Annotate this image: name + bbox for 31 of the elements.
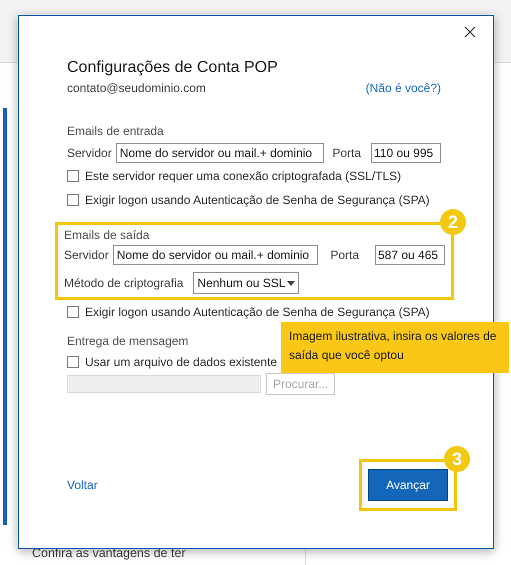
dialog-title: Configurações de Conta POP [67, 58, 279, 78]
server-field[interactable]: Nome do servidor ou mail.+ dominio [112, 245, 318, 265]
step-badge: 3 [444, 446, 470, 472]
next-button[interactable]: Avançar [368, 469, 448, 501]
close-icon [463, 25, 477, 39]
encryption-dropdown[interactable]: Nenhum ou SSL [193, 272, 300, 294]
step-badge: 2 [440, 209, 466, 235]
field-label: Porta [330, 248, 359, 262]
checkbox-label: Exigir logon usando Autenticação de Senha de Segurança (SPA) [85, 193, 430, 207]
server-field[interactable]: Nome do servidor ou mail.+ dominio [116, 143, 324, 163]
callout-note: Imagem ilustrativa, insira os valores de saída que você optou [289, 328, 498, 364]
field-label: Servidor [67, 146, 112, 160]
checkbox[interactable] [67, 306, 79, 318]
field-label: Método de criptografia [64, 276, 184, 290]
back-link[interactable]: Voltar [67, 478, 98, 492]
close-button[interactable] [463, 25, 477, 39]
field-label: Servidor [64, 248, 109, 262]
checkbox[interactable] [67, 194, 79, 206]
section-heading: Emails de entrada [67, 123, 164, 140]
section-heading: Entrega de mensagem [67, 333, 188, 350]
section-heading: Emails de saída [64, 227, 150, 244]
checkbox-label: Exigir logon usando Autenticação de Senha de Segurança (SPA) [85, 305, 430, 319]
checkbox[interactable] [67, 170, 79, 182]
checkbox-label: Usar um arquivo de dados existente [85, 355, 278, 369]
port-field[interactable]: 110 ou 995 [371, 143, 441, 163]
field-label: Porta [332, 146, 361, 160]
port-field[interactable]: 587 ou 465 [375, 245, 445, 265]
account-email: contato@seudominio.com [67, 80, 206, 97]
not-you-link[interactable]: (Não é você?) [366, 79, 441, 97]
caret-icon [287, 280, 296, 286]
checkbox-label: Este servidor requer uma conexão criptografada (SSL/TLS) [85, 169, 402, 183]
